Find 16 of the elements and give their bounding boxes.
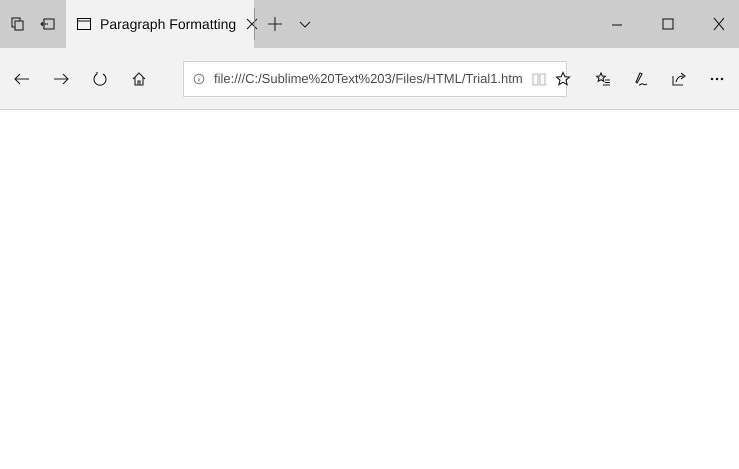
close-icon[interactable] bbox=[244, 16, 260, 32]
pen-icon[interactable] bbox=[633, 70, 649, 86]
new-tab-icon[interactable] bbox=[267, 16, 283, 32]
refresh-icon[interactable] bbox=[92, 70, 108, 86]
forward-arrow-icon[interactable] bbox=[53, 70, 69, 86]
home-icon[interactable] bbox=[131, 70, 147, 86]
favorites-list-icon[interactable] bbox=[595, 70, 611, 86]
info-icon[interactable] bbox=[192, 70, 206, 86]
back-arrow-icon[interactable] bbox=[14, 70, 30, 86]
tab-group-icon[interactable] bbox=[10, 16, 26, 32]
set-aside-tabs-icon[interactable] bbox=[40, 16, 56, 32]
favorite-star-icon[interactable] bbox=[554, 70, 571, 86]
page-icon bbox=[76, 16, 92, 32]
share-icon[interactable] bbox=[671, 70, 687, 86]
close-icon[interactable] bbox=[711, 16, 727, 32]
maximize-icon[interactable] bbox=[660, 16, 676, 32]
